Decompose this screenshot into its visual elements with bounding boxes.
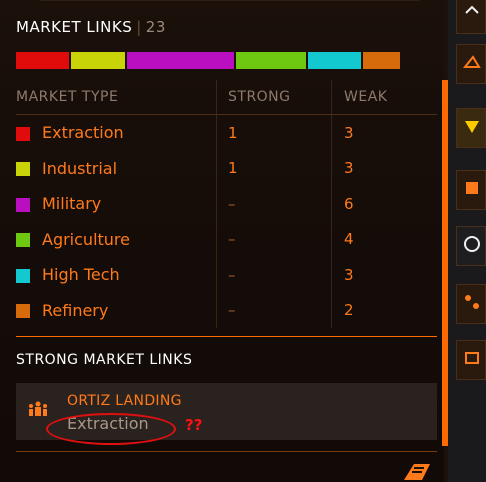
side-button-3[interactable] [456,108,486,148]
market-color-swatch [16,162,30,177]
cargo-icon [465,352,479,364]
header-weak: WEAK [344,89,388,105]
cell-weak: 3 [344,123,354,142]
side-button-4[interactable] [456,170,486,210]
title-separator: | [136,18,142,36]
cell-strong: 1 [228,123,238,142]
bar-segment-extraction [16,52,70,69]
bar-segment-military [126,52,234,69]
annotation-circle [46,413,176,445]
market-type-label: Extraction [42,123,124,143]
bar-segment-industrial [71,52,125,69]
market-color-swatch [16,233,30,248]
side-button-5[interactable] [456,226,486,266]
cell-strong: – [228,265,236,284]
panel-top-border [40,0,420,5]
side-button-7[interactable] [456,340,486,380]
cell-weak: 3 [344,159,354,178]
cell-strong: – [228,194,236,213]
market-distribution-bar [16,52,437,69]
ship-icon [463,55,481,68]
station-name: ORTIZ LANDING [67,393,182,409]
cell-market-type: Industrial [16,159,216,178]
market-links-title: MARKET LINKS [16,18,133,36]
scrollbar-thumb[interactable] [442,80,448,446]
side-button-1[interactable] [456,0,486,34]
population-icon [29,401,47,416]
cargo-scoop-icon[interactable] [400,460,434,482]
header-market-type: MARKET TYPE [16,89,119,105]
annotation-question-marks: ?? [185,416,203,434]
cell-market-type: Agriculture [16,230,216,249]
table-row: Agriculture – 4 [16,222,437,258]
market-links-heading: MARKET LINKS | 23 [16,18,166,36]
cell-weak: 6 [344,194,354,213]
cell-weak: 3 [344,265,354,284]
network-icon [465,295,479,309]
market-links-count: 23 [145,18,166,36]
table-body: Extraction 1 3 Industrial 1 3 Military – 6 Agricu… [16,115,437,328]
bottom-divider [16,451,437,452]
table-row: Military – 6 [16,186,437,222]
table-row: Extraction 1 3 [16,115,437,151]
cell-market-type: High Tech [16,265,216,284]
cell-market-type: Extraction [16,123,216,142]
table-row: Industrial 1 3 [16,151,437,187]
side-button-2[interactable] [456,44,486,84]
flag-icon [466,182,478,194]
market-color-swatch [16,304,30,319]
market-type-label: High Tech [42,265,120,285]
bar-segment-refinery [363,52,400,69]
shield-icon [465,121,479,133]
orbit-icon [464,236,480,252]
cell-strong: – [228,230,236,249]
cell-market-type: Military [16,194,216,213]
market-type-label: Refinery [42,300,109,320]
side-button-6[interactable] [456,284,486,324]
bar-segment-agriculture [235,52,306,69]
table-row: High Tech – 3 [16,257,437,293]
header-strong: STRONG [228,89,291,105]
cell-strong: – [228,301,236,320]
market-color-swatch [16,268,30,283]
cell-weak: 4 [344,230,354,249]
tool-icon [465,5,479,14]
market-type-label: Agriculture [42,229,130,249]
table-header: MARKET TYPE STRONG WEAK [16,80,437,115]
market-links-table: MARKET TYPE STRONG WEAK Extraction 1 3 Indu… [16,80,437,328]
cell-strong: 1 [228,159,238,178]
section-divider [16,336,437,337]
market-type-label: Industrial [42,158,118,178]
market-type-label: Military [42,194,102,214]
cell-market-type: Refinery [16,301,216,320]
table-row: Refinery – 2 [16,293,437,329]
market-color-swatch [16,197,30,212]
market-color-swatch [16,126,30,141]
strong-links-heading: STRONG MARKET LINKS [16,352,193,368]
bar-segment-high-tech [307,52,361,69]
cell-weak: 2 [344,301,354,320]
